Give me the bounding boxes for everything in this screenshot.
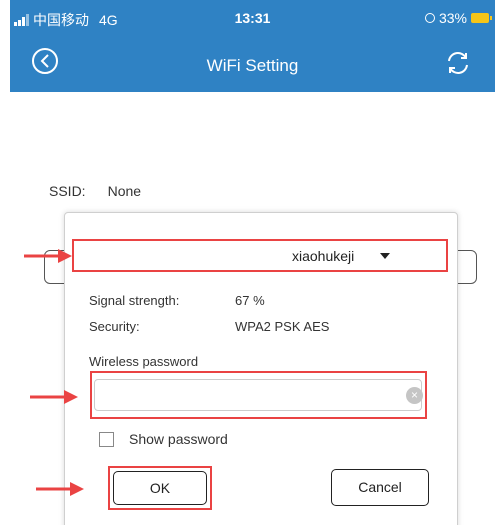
password-input[interactable] [94,379,422,411]
ssid-label: SSID: [49,183,86,199]
arrow-right-icon [36,482,84,496]
phone-screen: 中国移动 4G 13:31 33% WiFi Setting SSID: Non… [10,0,495,525]
security-label: Security: [89,319,140,334]
battery-icon [471,13,492,23]
refresh-icon[interactable] [443,48,473,78]
show-password-row[interactable]: Show password [99,431,228,447]
page-title: WiFi Setting [206,56,299,75]
password-highlight: × [90,371,427,419]
clear-input-icon[interactable]: × [406,387,423,404]
show-password-checkbox[interactable] [99,431,114,447]
arrow-right-icon [30,390,78,404]
battery-percent: 33% [438,10,467,26]
arrow-right-icon [24,249,72,263]
signal-strength-value: 67 % [235,293,265,308]
show-password-label: Show password [129,431,228,447]
caret-down-icon [380,253,390,259]
ssid-value: None [107,183,142,199]
security-value: WPA2 PSK AES [235,319,330,334]
network-name: xiaohukeji [292,248,355,264]
ok-button[interactable]: OK [113,471,207,505]
wifi-dialog: xiaohukeji Signal strength: 67 % Securit… [64,212,458,525]
signal-strength-label: Signal strength: [89,293,180,308]
status-right: 33% [424,10,492,26]
password-label: Wireless password [89,354,199,369]
ok-highlight: OK [108,466,212,510]
status-bar: 中国移动 4G 13:31 33% [10,0,495,36]
rotation-lock-icon [424,13,435,23]
nav-bar: WiFi Setting [10,36,495,92]
status-time: 13:31 [234,10,271,26]
network-dropdown[interactable]: xiaohukeji [72,239,448,272]
cancel-button[interactable]: Cancel [331,469,429,506]
ssid-row: SSID: None [49,183,141,199]
